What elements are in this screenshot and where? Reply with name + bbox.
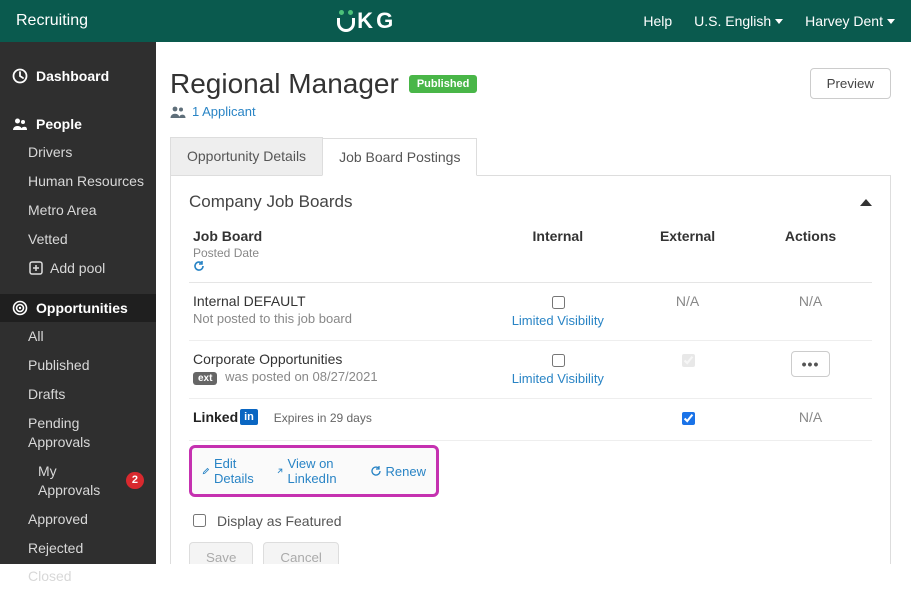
applicant-link-label: 1 Applicant [192,104,256,119]
sidebar-item-all[interactable]: All [0,322,156,351]
sidebar-item-vetted[interactable]: Vetted [0,225,156,254]
sidebar-item-drivers[interactable]: Drivers [0,138,156,167]
people-icon [12,116,28,132]
sidebar-item-my-approvals[interactable]: My Approvals 2 [0,457,156,505]
user-name: Harvey Dent [805,13,883,29]
board-meta: ext was posted on 08/27/2021 [193,369,486,385]
more-actions-button[interactable]: ••• [791,351,831,377]
brand-logo: K G [337,8,394,34]
linkedin-text: Linked [193,409,238,425]
actions-na: N/A [799,409,822,425]
col-external: External [626,222,749,246]
renew-label: Renew [386,464,426,479]
panel-heading: Company Job Boards [189,192,352,212]
pencil-icon [202,465,210,477]
sidebar-item-published[interactable]: Published [0,351,156,380]
view-on-linkedin-label: View on LinkedIn [288,456,352,486]
help-link[interactable]: Help [643,13,672,29]
preview-button[interactable]: Preview [810,68,891,99]
sidebar: Dashboard People Drivers Human Resources… [0,42,156,564]
language-switcher[interactable]: U.S. English [694,13,783,29]
table-row: Linked in Expires in 29 days N/A [189,399,872,441]
table-row: Corporate Opportunities ext was posted o… [189,341,872,399]
sidebar-item-rejected[interactable]: Rejected [0,534,156,563]
col-job-board: Job Board [189,222,490,246]
collapse-toggle[interactable] [860,199,872,206]
tab-job-board-postings[interactable]: Job Board Postings [322,138,477,176]
refresh-icon [370,465,382,477]
board-name: Corporate Opportunities [193,351,486,367]
display-featured-checkbox[interactable] [193,514,206,527]
actions-na: N/A [799,293,822,309]
target-icon [12,300,28,316]
limited-visibility-link[interactable]: Limited Visibility [512,313,604,328]
posted-date-header: Posted Date [189,246,490,283]
linkedin-logo: Linked in [193,409,258,425]
sidebar-add-pool-label: Add pool [50,259,105,278]
language-label: U.S. English [694,13,771,29]
status-badge: Published [409,75,478,93]
sidebar-opportunities[interactable]: Opportunities [0,294,156,322]
cancel-button[interactable]: Cancel [263,542,339,564]
job-boards-table: Job Board Internal External Actions Post… [189,222,872,441]
logo-letter-k: K [357,8,374,34]
chevron-down-icon [887,19,895,24]
edit-details-link[interactable]: Edit Details [202,456,258,486]
table-row: Internal DEFAULT Not posted to this job … [189,283,872,341]
main-content: Regional Manager Published 1 Applicant P… [156,42,911,564]
app-title: Recruiting [16,12,88,30]
col-actions: Actions [749,222,872,246]
plus-square-icon [28,260,44,276]
internal-checkbox[interactable] [552,354,565,367]
sidebar-item-pending[interactable]: Pending Approvals [0,409,156,457]
refresh-icon[interactable] [193,260,486,272]
sidebar-people-label: People [36,116,82,132]
edit-details-label: Edit Details [214,456,258,486]
external-link-icon [276,465,284,477]
page-title: Regional Manager [170,68,399,100]
display-featured-label: Display as Featured [217,513,342,529]
sidebar-item-drafts[interactable]: Drafts [0,380,156,409]
group-icon [170,105,186,119]
sidebar-dashboard[interactable]: Dashboard [0,62,156,90]
limited-visibility-link[interactable]: Limited Visibility [512,371,604,386]
sidebar-opportunities-label: Opportunities [36,300,128,316]
clock-icon [12,68,28,84]
expires-text: Expires in 29 days [274,411,372,425]
sidebar-my-approvals-label: My Approvals [38,462,120,500]
view-on-linkedin-link[interactable]: View on LinkedIn [276,456,352,486]
logo-u-icon [337,10,355,32]
sidebar-add-pool[interactable]: Add pool [0,254,156,283]
approvals-count-badge: 2 [126,472,144,489]
internal-checkbox[interactable] [552,296,565,309]
board-name: Internal DEFAULT [193,293,486,309]
external-checkbox[interactable] [682,412,695,425]
ext-badge: ext [193,372,217,385]
external-na: N/A [676,293,699,309]
sidebar-dashboard-label: Dashboard [36,68,109,84]
board-meta: Not posted to this job board [193,311,486,326]
chevron-down-icon [775,19,783,24]
sidebar-item-metro[interactable]: Metro Area [0,196,156,225]
sidebar-item-approved[interactable]: Approved [0,505,156,534]
sidebar-item-hr[interactable]: Human Resources [0,167,156,196]
posted-date-label: Posted Date [193,246,259,260]
applicant-link[interactable]: 1 Applicant [170,104,477,119]
user-menu[interactable]: Harvey Dent [805,13,895,29]
tab-opportunity-details[interactable]: Opportunity Details [170,137,323,175]
col-internal: Internal [490,222,627,246]
renew-link[interactable]: Renew [370,456,426,486]
posted-on-text: was posted on 08/27/2021 [225,369,378,384]
external-checkbox-disabled [682,354,695,367]
linkedin-in-badge: in [240,409,258,425]
logo-letter-g: G [376,8,394,34]
save-button[interactable]: Save [189,542,253,564]
linkedin-actions-highlight: Edit Details View on LinkedIn Renew [189,445,439,497]
company-job-boards-panel: Company Job Boards Job Board Internal Ex… [170,176,891,564]
sidebar-people[interactable]: People [0,110,156,138]
sidebar-item-closed[interactable]: Closed [0,562,156,591]
